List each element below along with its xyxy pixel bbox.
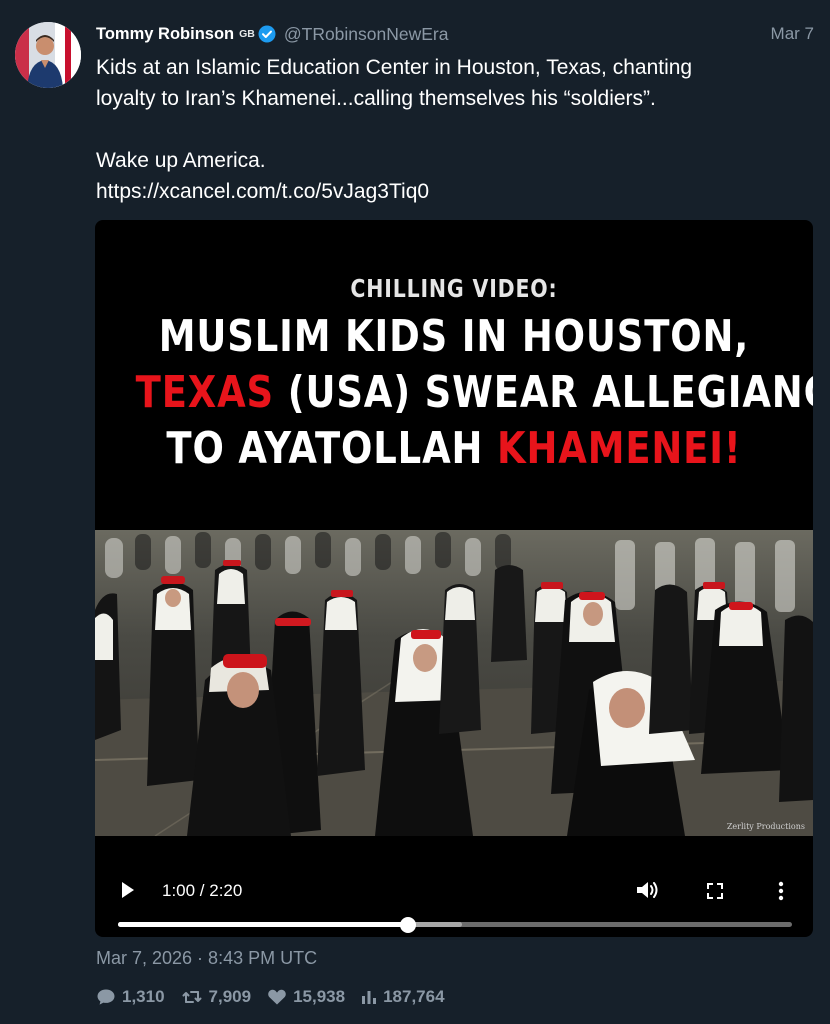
tweet-card: Tommy Robinson GB @TRobinsonNewEra Mar 7… xyxy=(0,0,830,1024)
headline-line-2-rest: (USA) SWEAR ALLEGIANCE xyxy=(274,367,813,418)
video-time: 1:00 / 2:20 xyxy=(162,881,243,900)
bar-chart-icon xyxy=(362,991,377,1004)
volume-icon[interactable] xyxy=(635,879,661,901)
headline-line-3-rest: TO AYATOLLAH xyxy=(166,423,498,474)
tweet-link[interactable]: https://xcancel.com/t.co/5vJag3Tiq0 xyxy=(96,176,812,207)
like-count: 15,938 xyxy=(293,987,346,1006)
video-watermark: Zerlity Productions xyxy=(726,822,805,831)
avatar[interactable] xyxy=(15,22,81,88)
headline-line-1: MUSLIM KIDS IN HOUSTON, xyxy=(158,311,750,362)
progress-thumb[interactable] xyxy=(399,916,416,933)
reply-stat[interactable]: 1,310 xyxy=(96,987,165,1007)
play-icon[interactable] xyxy=(119,880,137,900)
flag-label: GB xyxy=(239,28,255,40)
video-headline: CHILLING VIDEO: MUSLIM KIDS IN HOUSTON, … xyxy=(95,220,813,530)
reply-count: 1,310 xyxy=(122,987,165,1006)
headline-kicker: CHILLING VIDEO: xyxy=(350,274,558,303)
retweet-stat[interactable]: 7,909 xyxy=(181,987,252,1007)
video-progress-bar[interactable] xyxy=(118,916,792,933)
retweet-icon xyxy=(182,991,202,1003)
video-frame-image xyxy=(95,530,813,836)
comment-icon xyxy=(97,989,115,1005)
video-player[interactable]: CHILLING VIDEO: MUSLIM KIDS IN HOUSTON, … xyxy=(95,220,813,937)
display-name[interactable]: Tommy Robinson xyxy=(96,25,234,44)
fullscreen-icon[interactable] xyxy=(705,881,725,901)
tweet-timestamp[interactable]: Mar 7, 2026 · 8:43 PM UTC xyxy=(96,948,317,969)
tweet-header: Tommy Robinson GB @TRobinsonNewEra Mar 7 xyxy=(96,22,814,46)
tweet-text-line: Kids at an Islamic Education Center in H… xyxy=(96,56,693,79)
tweet-text-line: loyalty to Iran’s Khamenei...calling the… xyxy=(96,87,656,110)
views-count: 187,764 xyxy=(383,987,445,1006)
tweet-date-short[interactable]: Mar 7 xyxy=(771,24,814,44)
user-handle[interactable]: @TRobinsonNewEra xyxy=(284,24,449,45)
views-stat[interactable]: 187,764 xyxy=(361,987,445,1007)
tweet-stats: 1,310 7,909 15,938 187,764 xyxy=(96,985,461,1009)
more-vertical-icon[interactable] xyxy=(775,879,787,903)
tweet-text: Kids at an Islamic Education Center in H… xyxy=(96,52,812,207)
headline-line-2: TEXAS (USA) SWEAR ALLEGIANCE xyxy=(135,367,813,418)
played-bar xyxy=(118,922,408,927)
headline-red-word: KHAMENEI! xyxy=(497,423,742,474)
player-controls: 1:00 / 2:20 xyxy=(95,836,813,937)
verified-badge-icon xyxy=(258,25,276,43)
like-stat[interactable]: 15,938 xyxy=(267,987,345,1007)
heart-icon xyxy=(268,989,286,1005)
headline-line-3: TO AYATOLLAH KHAMENEI! xyxy=(136,424,773,474)
headline-red-word: TEXAS xyxy=(135,367,275,418)
tweet-text-line: Wake up America. xyxy=(96,149,266,172)
retweet-count: 7,909 xyxy=(208,987,252,1006)
